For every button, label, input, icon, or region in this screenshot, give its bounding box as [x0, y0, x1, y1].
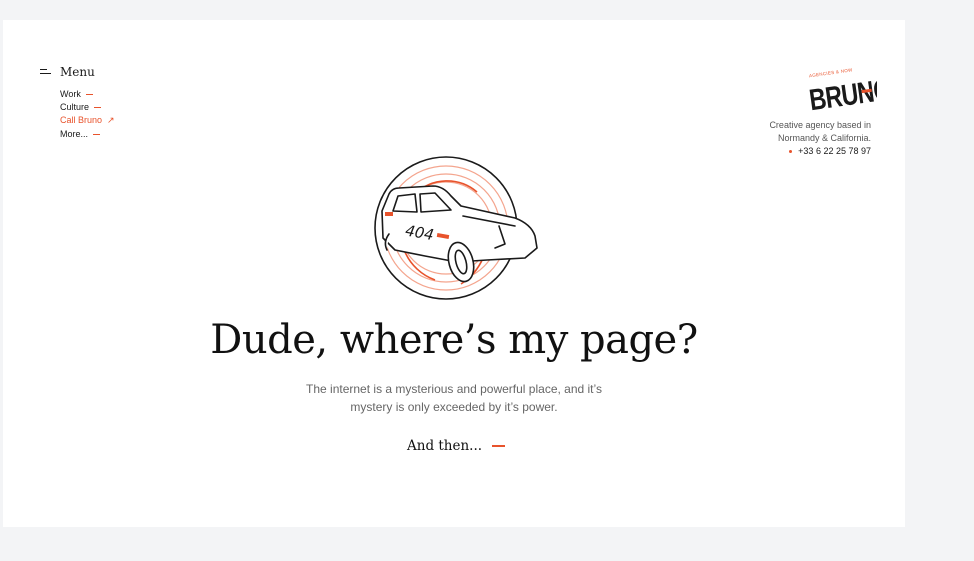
agency-description: Creative agency based in Normandy & Cali… — [769, 119, 871, 145]
page-subtitle: The internet is a mysterious and powerfu… — [306, 382, 602, 414]
nav-item-work[interactable]: Work — [60, 88, 115, 101]
agency-line-2: Normandy & California. — [777, 133, 871, 143]
hamburger-icon — [40, 68, 51, 76]
agency-line-1: Creative agency based in — [769, 120, 871, 130]
logo-tagline: AGENCIES & NOW — [809, 67, 854, 78]
nav-item-label: More... — [60, 128, 89, 139]
and-then-link[interactable]: And then... — [407, 438, 506, 454]
arrow-up-right-icon: ↗ — [107, 115, 115, 126]
nav-item-label: Culture — [60, 102, 90, 113]
logo-wordmark: BRUNO — [807, 73, 877, 113]
main-nav: Work Culture Call Bruno ↗ More... — [60, 88, 115, 141]
nav-item-label: Work — [60, 89, 81, 99]
dash-icon — [93, 133, 101, 135]
dash-icon — [94, 107, 102, 109]
dash-icon — [85, 94, 93, 96]
menu-toggle[interactable]: Menu — [40, 65, 95, 79]
cta-label: And then... — [407, 438, 483, 454]
car-404-illustration: 404 — [374, 156, 538, 300]
dash-icon — [492, 445, 506, 447]
nav-item-more[interactable]: More... — [60, 128, 115, 141]
bullet-icon — [789, 150, 793, 153]
phone-link[interactable]: +33 6 22 25 78 97 — [789, 145, 871, 158]
menu-label: Menu — [60, 65, 95, 79]
page-title: Dude, where’s my page? — [210, 317, 698, 363]
nav-item-culture[interactable]: Culture — [60, 101, 115, 114]
phone-number: +33 6 22 25 78 97 — [798, 146, 871, 156]
page-card: Menu Work Culture Call Bruno ↗ More... A… — [3, 20, 905, 527]
nav-item-call-bruno[interactable]: Call Bruno ↗ — [60, 114, 115, 127]
bruno-logo[interactable]: AGENCIES & NOW BRUNO — [805, 63, 877, 113]
nav-item-label: Call Bruno — [60, 115, 103, 126]
taillight — [385, 212, 393, 216]
